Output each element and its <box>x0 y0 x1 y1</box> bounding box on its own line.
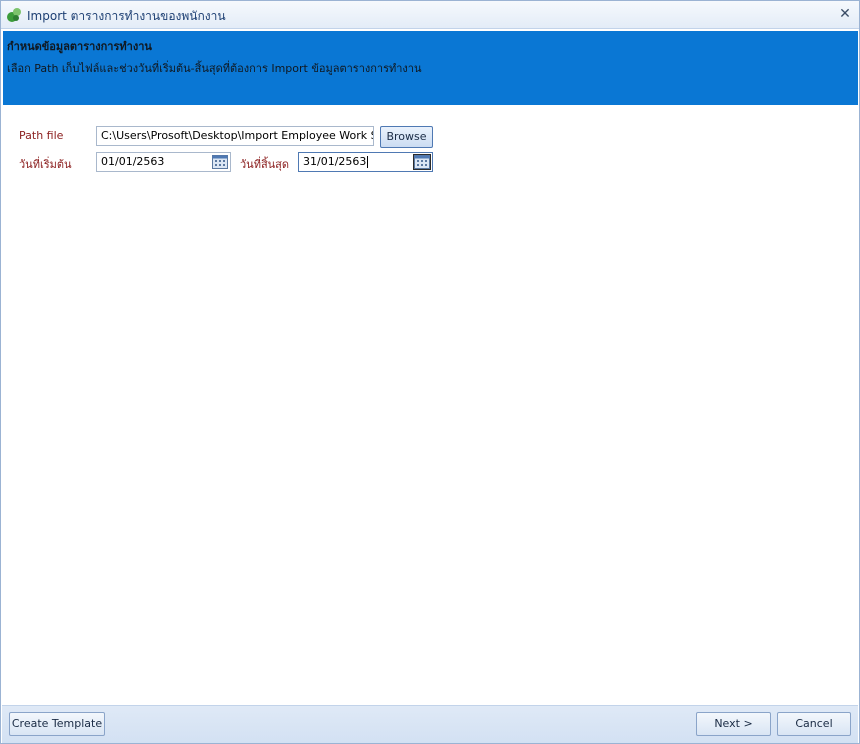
import-dialog: Import ตารางการทำงานของพนักงาน ✕ กำหนดข้… <box>0 0 860 744</box>
start-date-label: วันที่เริ่มต้น <box>19 158 72 171</box>
window-title: Import ตารางการทำงานของพนักงาน <box>27 9 226 23</box>
calendar-icon[interactable] <box>413 154 431 170</box>
header-banner: กำหนดข้อมูลตารางการทำงาน เลือก Path เก็บ… <box>3 31 858 105</box>
path-file-input[interactable]: C:\Users\Prosoft\Desktop\Import Employee… <box>96 126 374 146</box>
start-date-field[interactable]: 01/01/2563 <box>96 152 231 172</box>
end-date-label: วันที่สิ้นสุด <box>240 158 290 171</box>
text-cursor <box>367 156 369 168</box>
next-button[interactable]: Next > <box>696 712 771 736</box>
end-date-value: 31/01/2563 <box>303 155 367 168</box>
banner-title: กำหนดข้อมูลตารางการทำงาน <box>7 40 152 53</box>
create-template-button[interactable]: Create Template <box>9 712 105 736</box>
cancel-button[interactable]: Cancel <box>777 712 851 736</box>
path-file-label: Path file <box>19 129 64 142</box>
start-date-value: 01/01/2563 <box>101 155 165 168</box>
title-bar: Import ตารางการทำงานของพนักงาน ✕ <box>1 1 859 29</box>
app-logo-icon <box>7 8 21 22</box>
browse-button[interactable]: Browse <box>380 126 433 148</box>
calendar-icon[interactable] <box>212 155 228 169</box>
banner-description: เลือก Path เก็บไฟล์และช่วงวันที่เริ่มต้น… <box>7 62 422 75</box>
end-date-field[interactable]: 31/01/2563 <box>298 152 433 172</box>
footer-bar: Create Template Next > Cancel <box>2 705 858 743</box>
close-icon[interactable]: ✕ <box>837 6 853 22</box>
